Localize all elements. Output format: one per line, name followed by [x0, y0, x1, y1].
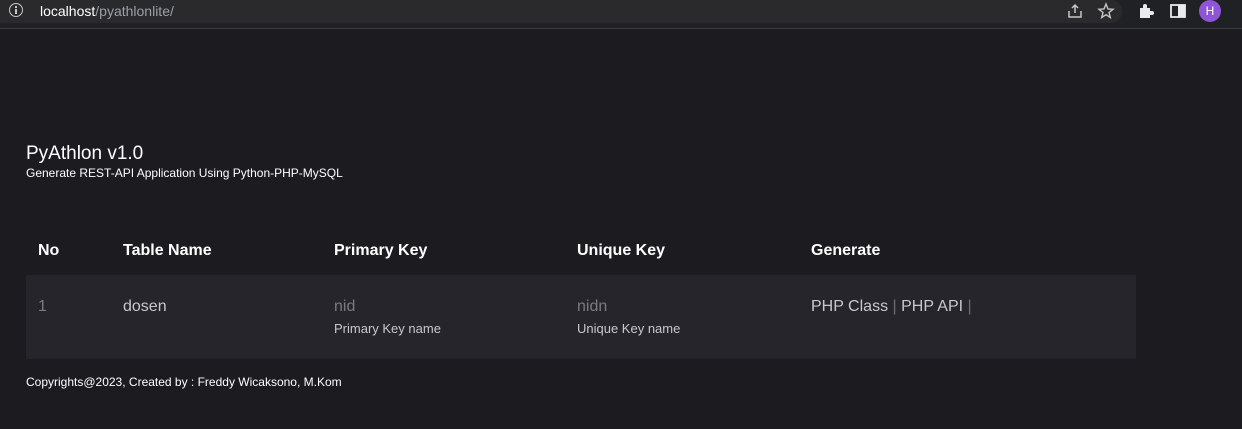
address-bar[interactable]: localhost/pyathlonlite/: [0, 0, 1122, 23]
row-number: 1: [38, 298, 47, 315]
generate-php-api-link[interactable]: PHP API: [901, 298, 963, 315]
footer-copyright: Copyrights@2023, Created by : Freddy Wic…: [26, 375, 342, 389]
bookmark-star-icon[interactable]: [1097, 2, 1115, 20]
url-text[interactable]: localhost/pyathlonlite/: [40, 3, 174, 19]
column-header-unique-key: Unique Key: [577, 242, 666, 259]
extensions-puzzle-icon[interactable]: [1137, 2, 1155, 20]
column-header-table-name: Table Name: [123, 242, 212, 259]
generate-php-class-link[interactable]: PHP Class: [811, 298, 888, 315]
table-name-cell: dosen: [123, 298, 167, 315]
profile-avatar[interactable]: H: [1199, 0, 1221, 22]
side-panel-icon[interactable]: [1169, 2, 1187, 20]
link-separator: |: [892, 298, 897, 315]
unique-key-value: nidn: [577, 298, 608, 315]
page-subtitle: Generate REST-API Application Using Pyth…: [26, 166, 343, 180]
unique-key-hint: Unique Key name: [577, 321, 681, 336]
primary-key-value: nid: [334, 298, 356, 315]
browser-toolbar: localhost/pyathlonlite/ H: [0, 0, 1242, 29]
column-header-primary-key: Primary Key: [334, 242, 428, 259]
url-host: localhost: [40, 3, 96, 19]
url-path: /pyathlonlite/: [95, 3, 174, 19]
primary-key-hint: Primary Key name: [334, 321, 441, 336]
column-header-generate: Generate: [811, 242, 881, 259]
page-title: PyAthlon v1.0: [26, 143, 144, 164]
table-row: [26, 275, 1136, 359]
column-header-no: No: [38, 242, 60, 259]
link-separator: |: [967, 298, 972, 315]
site-info-icon[interactable]: [9, 3, 23, 17]
generate-links: PHP Class | PHP API |: [811, 298, 972, 316]
share-icon[interactable]: [1066, 2, 1084, 20]
